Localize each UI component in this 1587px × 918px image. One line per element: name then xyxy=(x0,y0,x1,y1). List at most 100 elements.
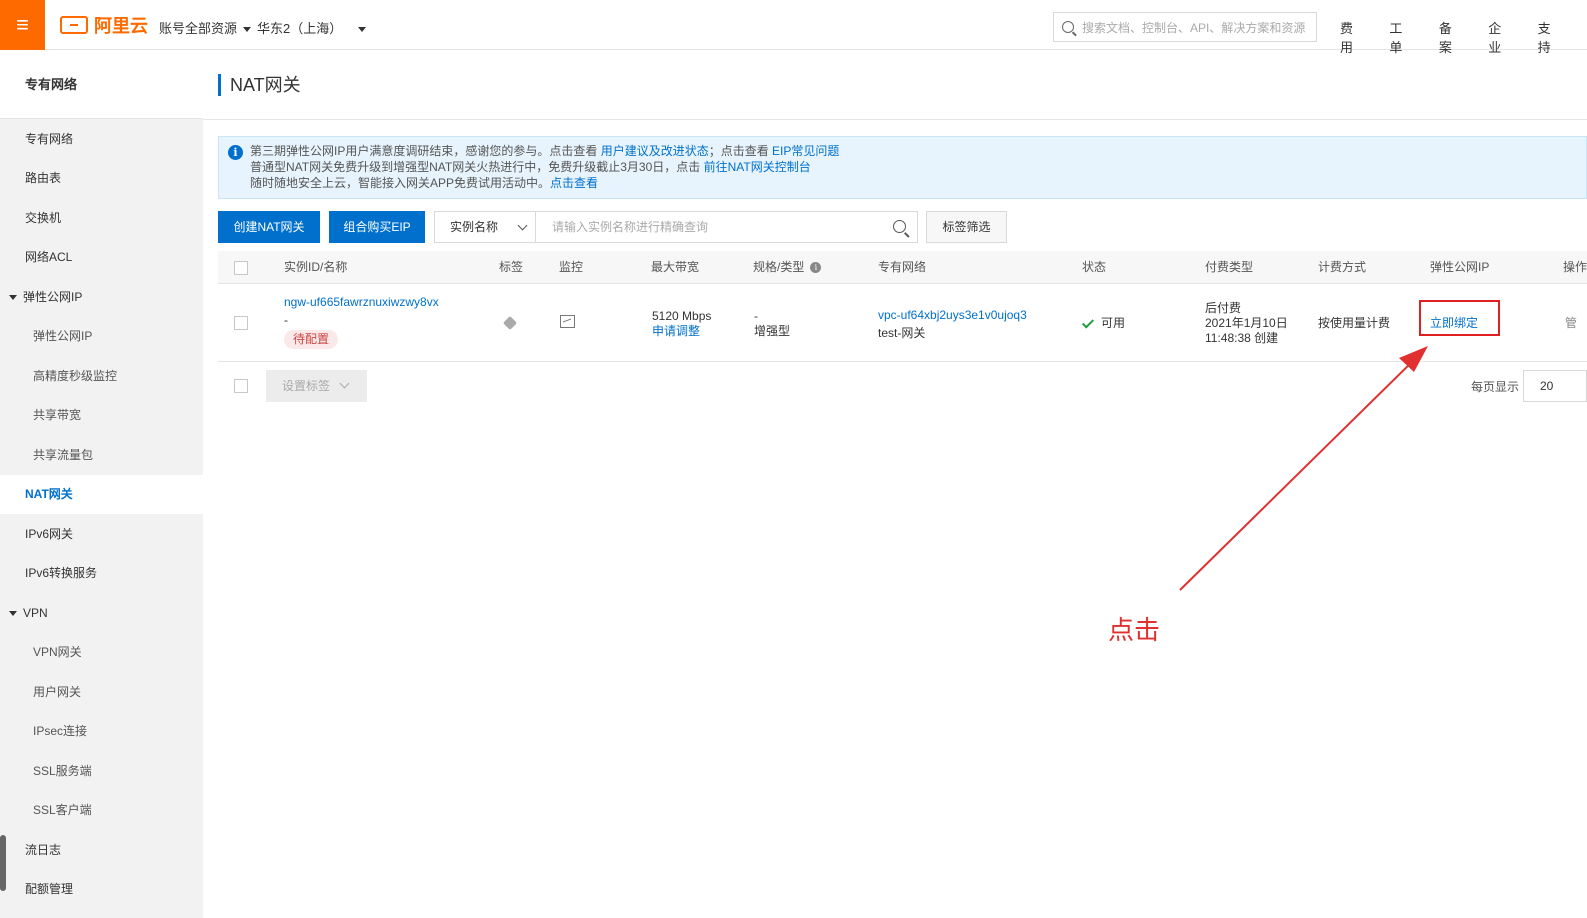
logo-text: 阿里云 xyxy=(94,16,148,36)
query-placeholder: 请输入实例名称进行精确查询 xyxy=(552,220,709,234)
info-icon[interactable]: i xyxy=(810,262,822,274)
account-dropdown-label: 账号全部资源 xyxy=(159,21,238,36)
col-header-monitor: 监控 xyxy=(559,260,584,274)
col-header-billing: 计费方式 xyxy=(1318,260,1367,274)
notice-text: 第三期弹性公网IP用户满意度调研结束，感谢您的参与。点击查看 xyxy=(250,144,601,158)
max-bandwidth: 5120 Mbps xyxy=(652,309,712,323)
caret-down-icon xyxy=(243,27,252,33)
top-link-support[interactable]: 支持 xyxy=(1538,18,1562,56)
footer-select-all-checkbox[interactable] xyxy=(234,379,248,393)
notice-line-1: 第三期弹性公网IP用户满意度调研结束，感谢您的参与。点击查看 用户建议及改进状态… xyxy=(250,143,1586,159)
page-size-label: 每页显示 xyxy=(1471,380,1520,394)
pending-config-badge: 待配置 xyxy=(284,330,339,349)
region-dropdown-label: 华东2（上海） xyxy=(257,21,343,36)
notice-link-nat-console[interactable]: 前往NAT网关控制台 xyxy=(704,160,811,174)
aliyun-logo[interactable]: 阿里云 xyxy=(60,14,148,36)
top-link-icp[interactable]: 备案 xyxy=(1439,18,1463,56)
sidebar-item-vswitch[interactable]: 交换机 xyxy=(0,199,203,238)
spec-value: - xyxy=(754,309,758,323)
search-icon xyxy=(1062,21,1074,33)
region-dropdown[interactable]: 华东2（上海） xyxy=(257,18,367,37)
top-link-tickets[interactable]: 工单 xyxy=(1389,18,1413,56)
caret-down-icon xyxy=(9,295,17,301)
actions-cell[interactable]: 管 xyxy=(1565,316,1577,331)
sidebar-item-ipv6-translation[interactable]: IPv6转换服务 xyxy=(0,554,203,593)
created-time: 11:48:38 创建 xyxy=(1205,331,1279,345)
table-header: 实例ID/名称 标签 监控 最大带宽 规格/类型 i 专有网络 状态 付费类型 计… xyxy=(218,251,1587,284)
sidebar-item-ssl-server[interactable]: SSL服务端 xyxy=(0,752,203,791)
sidebar-item-ssl-client[interactable]: SSL客户端 xyxy=(0,791,203,830)
sidebar-group-vpn[interactable]: VPN xyxy=(0,594,203,633)
sidebar-group-eip[interactable]: 弹性公网IP xyxy=(0,278,203,317)
pay-type: 后付费 xyxy=(1205,301,1242,315)
filter-field-select[interactable]: 实例名称 xyxy=(434,211,536,243)
page-title: NAT网关 xyxy=(218,74,301,96)
col-header-spec-label: 规格/类型 xyxy=(753,260,805,274)
instance-query-input[interactable]: 请输入实例名称进行精确查询 xyxy=(535,211,918,243)
created-date: 2021年1月10日 xyxy=(1205,316,1288,330)
search-icon[interactable] xyxy=(893,220,906,233)
notice-link-feedback[interactable]: 用户建议及改进状态 xyxy=(601,144,709,158)
notice-text: 普通型NAT网关免费升级到增强型NAT网关火热进行中，免费升级截止3月30日，点… xyxy=(250,160,704,174)
sidebar-item-network-acl[interactable]: 网络ACL xyxy=(0,238,203,277)
sidebar-item-nat-gateway[interactable]: NAT网关 xyxy=(0,475,203,514)
create-nat-gateway-button[interactable]: 创建NAT网关 xyxy=(218,211,320,243)
sidebar-item-route-table[interactable]: 路由表 xyxy=(0,159,203,198)
sidebar-item-shared-data-plan[interactable]: 共享流量包 xyxy=(0,436,203,475)
tag-icon[interactable] xyxy=(502,315,518,331)
instance-id-link[interactable]: ngw-uf665fawrznuxiwzwy8vx xyxy=(284,295,439,310)
sidebar-item-vpc[interactable]: 专有网络 xyxy=(0,120,203,159)
chevron-down-icon xyxy=(517,220,528,231)
sidebar-item-eip[interactable]: 弹性公网IP xyxy=(0,317,203,356)
set-tag-label: 设置标签 xyxy=(282,379,331,393)
sidebar-group-label: VPN xyxy=(23,606,48,620)
vpc-name: test-网关 xyxy=(878,326,926,340)
annotation-click-label: 点击 xyxy=(1108,616,1161,646)
search-placeholder: 搜索文档、控制台、API、解决方案和资源 xyxy=(1082,20,1306,35)
filter-field-label: 实例名称 xyxy=(450,220,499,234)
notice-banner: i 第三期弹性公网IP用户满意度调研结束，感谢您的参与。点击查看 用户建议及改进… xyxy=(218,136,1587,199)
instance-name: - xyxy=(284,313,288,327)
col-header-max-bandwidth: 最大带宽 xyxy=(651,260,700,274)
sidebar: 专有网络 专有网络 路由表 交换机 网络ACL 弹性公网IP 弹性公网IP 高精… xyxy=(0,51,203,918)
notice-text: 随时随地安全上云，智能接入网关APP免费试用活动中。 xyxy=(250,176,551,190)
global-search-input[interactable]: 搜索文档、控制台、API、解决方案和资源 xyxy=(1053,12,1317,42)
page-size-select[interactable]: 20 xyxy=(1523,370,1587,402)
sidebar-scrollbar[interactable] xyxy=(0,835,6,891)
set-tag-button[interactable]: 设置标签 xyxy=(266,370,367,402)
sidebar-item-shared-bandwidth[interactable]: 共享带宽 xyxy=(0,396,203,435)
title-divider xyxy=(203,119,1587,120)
notice-link-view[interactable]: 点击查看 xyxy=(550,176,598,190)
top-link-fees[interactable]: 费用 xyxy=(1340,18,1364,56)
sidebar-item-flow-log[interactable]: 流日志 xyxy=(0,831,203,870)
notice-link-eip-faq[interactable]: EIP常见问题 xyxy=(772,144,839,158)
tag-filter-button[interactable]: 标签筛选 xyxy=(926,211,1007,243)
vpc-id-link[interactable]: vpc-uf64xbj2uys3e1v0ujoq3 xyxy=(878,308,1027,323)
adjust-bandwidth-link[interactable]: 申请调整 xyxy=(652,324,700,339)
row-checkbox[interactable] xyxy=(234,316,248,330)
sidebar-item-hp-monitor[interactable]: 高精度秒级监控 xyxy=(0,357,203,396)
monitor-chart-icon[interactable] xyxy=(560,315,575,328)
aliyun-logo-icon xyxy=(60,16,88,34)
sidebar-item-quota[interactable]: 配额管理 xyxy=(0,870,203,909)
status-badge: 待配置 xyxy=(284,330,339,349)
sidebar-item-ipsec[interactable]: IPsec连接 xyxy=(0,712,203,751)
col-header-eip: 弹性公网IP xyxy=(1430,260,1490,274)
col-header-spec: 规格/类型 i xyxy=(753,251,822,284)
top-bar: ≡ 阿里云 账号全部资源 华东2（上海） 搜索文档、控制台、API、解决方案和资… xyxy=(0,0,1587,55)
top-link-enterprise[interactable]: 企业 xyxy=(1488,18,1512,56)
highlight-box xyxy=(1419,300,1500,336)
sidebar-title: 专有网络 xyxy=(0,51,203,119)
status-text: 可用 xyxy=(1101,316,1126,330)
type-value: 增强型 xyxy=(754,324,791,338)
sidebar-item-customer-gateway[interactable]: 用户网关 xyxy=(0,673,203,712)
notice-text: ；点击查看 xyxy=(708,144,773,158)
hamburger-menu-icon[interactable]: ≡ xyxy=(0,0,45,50)
buy-eip-button[interactable]: 组合购买EIP xyxy=(329,211,425,243)
select-all-checkbox[interactable] xyxy=(234,261,248,275)
account-resource-dropdown[interactable]: 账号全部资源 xyxy=(159,18,252,37)
sidebar-item-ipv6-gateway[interactable]: IPv6网关 xyxy=(0,515,203,554)
caret-down-icon xyxy=(358,27,367,33)
caret-down-icon xyxy=(9,611,17,617)
sidebar-item-vpn-gateway[interactable]: VPN网关 xyxy=(0,633,203,672)
